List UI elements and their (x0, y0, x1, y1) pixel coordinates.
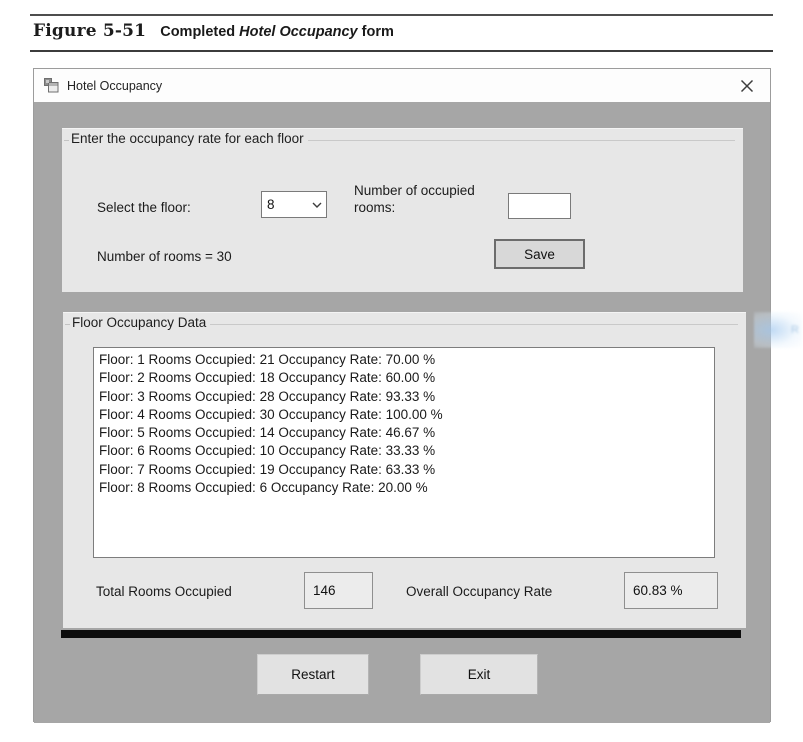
floor-combobox[interactable]: 8 (261, 191, 327, 218)
close-icon (740, 79, 754, 92)
overall-rate-label: Overall Occupancy Rate (406, 584, 553, 599)
restart-button[interactable]: Restart (257, 654, 369, 695)
select-floor-label: Select the floor: (97, 200, 191, 215)
figure-caption: Figure 5-51 Completed Hotel Occupancy for… (33, 21, 773, 41)
data-groupbox: Floor Occupancy Data Floor: 1 Rooms Occu… (63, 312, 746, 628)
chevron-down-icon (308, 202, 326, 208)
number-of-rooms-label: Number of rooms = 30 (97, 249, 232, 264)
figure-number: Figure 5-51 (33, 21, 147, 41)
groupbox-border-line (307, 139, 735, 141)
close-button[interactable] (730, 69, 764, 102)
caption-bottom-rule (30, 50, 773, 52)
form-body: Enter the occupancy rate for each floor … (34, 102, 770, 723)
floor-combobox-value: 8 (267, 197, 275, 212)
groupbox-border-line (210, 323, 738, 325)
window-title: Hotel Occupancy (67, 78, 163, 93)
form-icon (44, 78, 59, 93)
save-button[interactable]: Save (494, 239, 585, 269)
exit-button[interactable]: Exit (420, 654, 538, 695)
list-item[interactable]: Floor: 4 Rooms Occupied: 30 Occupancy Ra… (99, 406, 714, 424)
entry-groupbox-title: Enter the occupancy rate for each floor (71, 131, 304, 146)
list-item[interactable]: Floor: 2 Rooms Occupied: 18 Occupancy Ra… (99, 369, 714, 387)
list-item[interactable]: Floor: 8 Rooms Occupied: 6 Occupancy Rat… (99, 479, 714, 497)
list-item[interactable]: Floor: 7 Rooms Occupied: 19 Occupancy Ra… (99, 461, 714, 479)
occupied-rooms-input[interactable] (508, 193, 571, 219)
occupied-rooms-label: Number of occupied rooms: (354, 183, 475, 215)
figure-title: Completed Hotel Occupancy form (160, 24, 394, 40)
total-rooms-value: 146 (304, 572, 373, 609)
list-item[interactable]: Floor: 1 Rooms Occupied: 21 Occupancy Ra… (99, 351, 714, 369)
caption-top-rule (30, 14, 773, 16)
overall-rate-value: 60.83 % (624, 572, 718, 609)
list-item[interactable]: Floor: 5 Rooms Occupied: 14 Occupancy Ra… (99, 424, 714, 442)
list-item[interactable]: Floor: 3 Rooms Occupied: 28 Occupancy Ra… (99, 388, 714, 406)
data-groupbox-title: Floor Occupancy Data (72, 315, 207, 330)
hotel-occupancy-window: Hotel Occupancy Enter the occupancy rate… (33, 68, 771, 723)
floor-data-listbox[interactable]: Floor: 1 Rooms Occupied: 21 Occupancy Ra… (93, 347, 715, 558)
page: Figure 5-51 Completed Hotel Occupancy for… (0, 0, 803, 742)
total-rooms-label: Total Rooms Occupied (96, 584, 232, 599)
list-item[interactable]: Floor: 6 Rooms Occupied: 10 Occupancy Ra… (99, 442, 714, 460)
entry-groupbox: Enter the occupancy rate for each floor … (62, 128, 743, 292)
titlebar[interactable]: Hotel Occupancy (34, 69, 770, 102)
separator-bar (61, 630, 741, 638)
